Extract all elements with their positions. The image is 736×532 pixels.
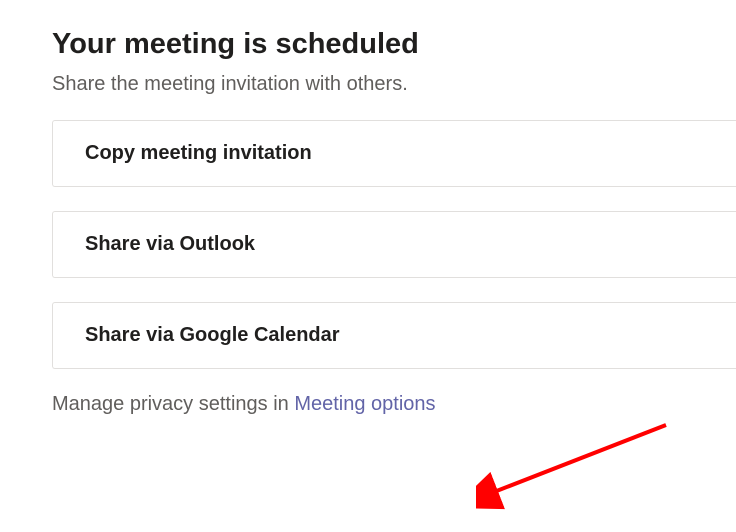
copy-invitation-label: Copy meeting invitation	[85, 142, 312, 164]
share-outlook-button[interactable]: Share via Outlook	[52, 211, 736, 278]
footer-text: Manage privacy settings in Meeting optio…	[52, 393, 736, 416]
page-title: Your meeting is scheduled	[52, 28, 736, 61]
annotation-arrow-icon	[476, 420, 676, 510]
share-google-button[interactable]: Share via Google Calendar	[52, 302, 736, 369]
copy-invitation-button[interactable]: Copy meeting invitation	[52, 120, 736, 187]
meeting-options-link[interactable]: Meeting options	[294, 393, 435, 415]
share-google-label: Share via Google Calendar	[85, 324, 340, 346]
page-subtitle: Share the meeting invitation with others…	[52, 73, 736, 96]
footer-prefix: Manage privacy settings in	[52, 393, 294, 415]
share-outlook-label: Share via Outlook	[85, 233, 255, 255]
